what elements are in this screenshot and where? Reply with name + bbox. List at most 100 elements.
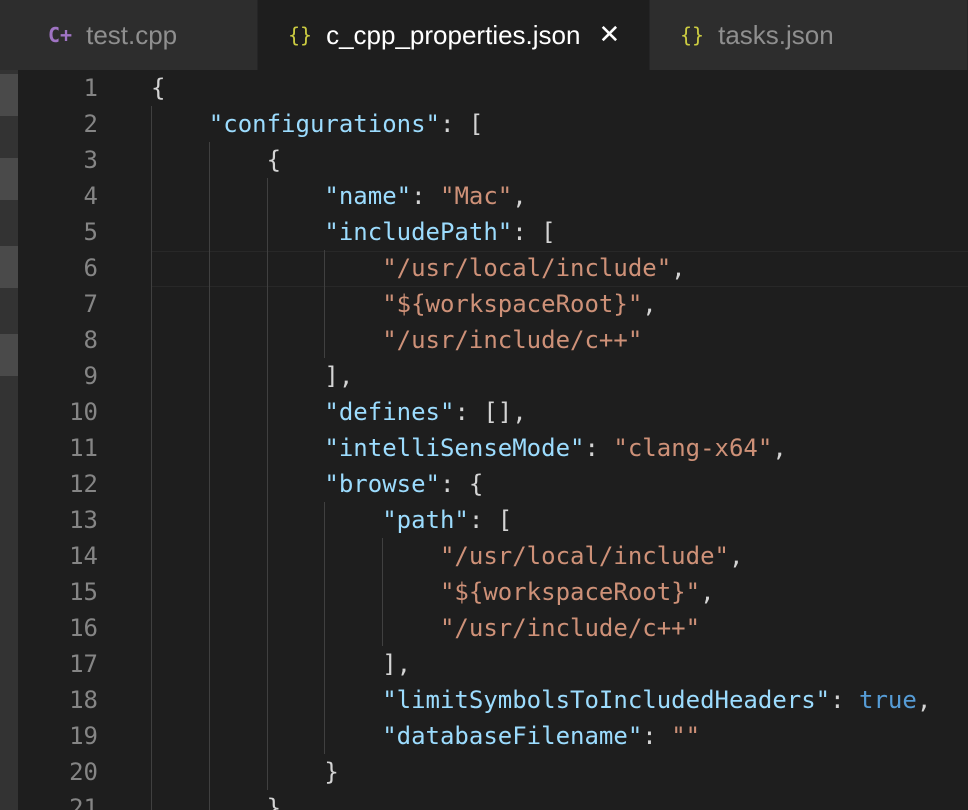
code-text: "path": [ (151, 502, 512, 538)
code-token: "path" (382, 506, 469, 534)
code-token: ], (151, 362, 354, 390)
line-number: 2 (83, 110, 98, 138)
code-line[interactable]: 21 } (18, 790, 968, 810)
code-token: } (151, 758, 339, 786)
line-number: 10 (69, 398, 98, 426)
tab-tasks-json[interactable]: {} tasks.json (650, 0, 968, 70)
code-token: "databaseFilename" (382, 722, 643, 750)
line-number: 16 (69, 614, 98, 642)
indent-guide (266, 178, 268, 790)
code-token: "clang-x64" (613, 434, 773, 462)
code-line[interactable]: 5 "includePath": [ (18, 214, 968, 250)
code-line[interactable]: 8 "/usr/include/c++" (18, 322, 968, 358)
code-line[interactable]: 16 "/usr/include/c++" (18, 610, 968, 646)
line-number: 7 (83, 290, 98, 318)
json-file-icon: {} (680, 23, 705, 47)
code-text: "defines": [], (151, 394, 527, 430)
cpp-file-icon: C+ (48, 23, 73, 47)
code-token: "defines" (324, 398, 455, 426)
line-number: 6 (83, 254, 98, 282)
code-token: : [ (439, 110, 484, 138)
code-token: : (642, 722, 672, 750)
code-line[interactable]: 10 "defines": [], (18, 394, 968, 430)
code-token: "browse" (324, 470, 440, 498)
line-number: 20 (69, 758, 98, 786)
code-line[interactable]: 19 "databaseFilename": "" (18, 718, 968, 754)
code-line[interactable]: 17 ], (18, 646, 968, 682)
code-text: "${workspaceRoot}", (151, 574, 715, 610)
code-line[interactable]: 20 } (18, 754, 968, 790)
code-token: "/usr/local/include" (439, 542, 729, 570)
code-token: : [], (454, 398, 527, 426)
code-text: ], (151, 358, 353, 394)
line-number: 5 (83, 218, 98, 246)
code-text: "browse": { (151, 466, 483, 502)
code-line[interactable]: 4 "name": "Mac", (18, 178, 968, 214)
line-number: 11 (69, 434, 98, 462)
tab-label: c_cpp_properties.json (326, 19, 581, 50)
code-line[interactable]: 14 "/usr/local/include", (18, 538, 968, 574)
code-token: "${workspaceRoot}" (439, 578, 701, 606)
code-line[interactable]: 6 "/usr/local/include", (18, 250, 968, 286)
code-token: "/usr/local/include" (382, 254, 672, 282)
line-number: 13 (69, 506, 98, 534)
tab-c-cpp-properties-json[interactable]: {} c_cpp_properties.json ✕ (258, 0, 650, 70)
code-line[interactable]: 3 { (18, 142, 968, 178)
code-token: "limitSymbolsToIncludedHeaders" (382, 686, 831, 714)
code-token: } (151, 794, 282, 810)
json-file-icon: {} (288, 23, 313, 47)
indent-guide (382, 538, 384, 646)
code-line[interactable]: 13 "path": [ (18, 502, 968, 538)
code-token: true (859, 686, 917, 714)
code-line[interactable]: 2 "configurations": [ (18, 106, 968, 142)
code-token: "intelliSenseMode" (324, 434, 585, 462)
indent-guide (208, 142, 210, 810)
code-token: , (671, 254, 686, 282)
line-number: 9 (83, 362, 98, 390)
indent-guide (324, 502, 326, 754)
indent-guide (151, 106, 152, 810)
code-editor[interactable]: 1{2 "configurations": [3 {4 "name": "Mac… (18, 70, 968, 810)
code-token: { (151, 146, 282, 174)
code-line[interactable]: 15 "${workspaceRoot}", (18, 574, 968, 610)
line-number: 4 (83, 182, 98, 210)
code-text: "limitSymbolsToIncludedHeaders": true, (151, 682, 931, 718)
code-text: { (151, 70, 165, 106)
line-number: 14 (69, 542, 98, 570)
code-token: "name" (324, 182, 412, 210)
code-text: "intelliSenseMode": "clang-x64", (151, 430, 786, 466)
code-token: "configurations" (208, 110, 440, 138)
code-line[interactable]: 9 ], (18, 358, 968, 394)
code-token: "${workspaceRoot}" (382, 290, 643, 318)
code-token: "/usr/include/c++" (439, 614, 701, 642)
code-token: ], (151, 650, 412, 678)
line-number: 19 (69, 722, 98, 750)
close-icon[interactable]: ✕ (598, 20, 620, 50)
code-line[interactable]: 18 "limitSymbolsToIncludedHeaders": true… (18, 682, 968, 718)
activity-bar (0, 70, 18, 810)
tab-test-cpp[interactable]: C+ test.cpp (0, 0, 258, 70)
indent-guide (324, 250, 326, 358)
line-number: 12 (69, 470, 98, 498)
tab-label: test.cpp (86, 19, 178, 50)
code-token: , (700, 578, 715, 606)
code-line[interactable]: 12 "browse": { (18, 466, 968, 502)
code-text: "configurations": [ (151, 106, 484, 142)
code-line[interactable]: 1{ (18, 70, 968, 106)
code-token: : (584, 434, 614, 462)
code-line[interactable]: 7 "${workspaceRoot}", (18, 286, 968, 322)
code-text: { (151, 142, 281, 178)
code-token: : (830, 686, 860, 714)
tab-bar: C+ test.cpp {} c_cpp_properties.json ✕ {… (0, 0, 968, 70)
activity-indicator (0, 74, 18, 116)
code-token: "/usr/include/c++" (382, 326, 643, 354)
code-line[interactable]: 11 "intelliSenseMode": "clang-x64", (18, 430, 968, 466)
line-number: 15 (69, 578, 98, 606)
